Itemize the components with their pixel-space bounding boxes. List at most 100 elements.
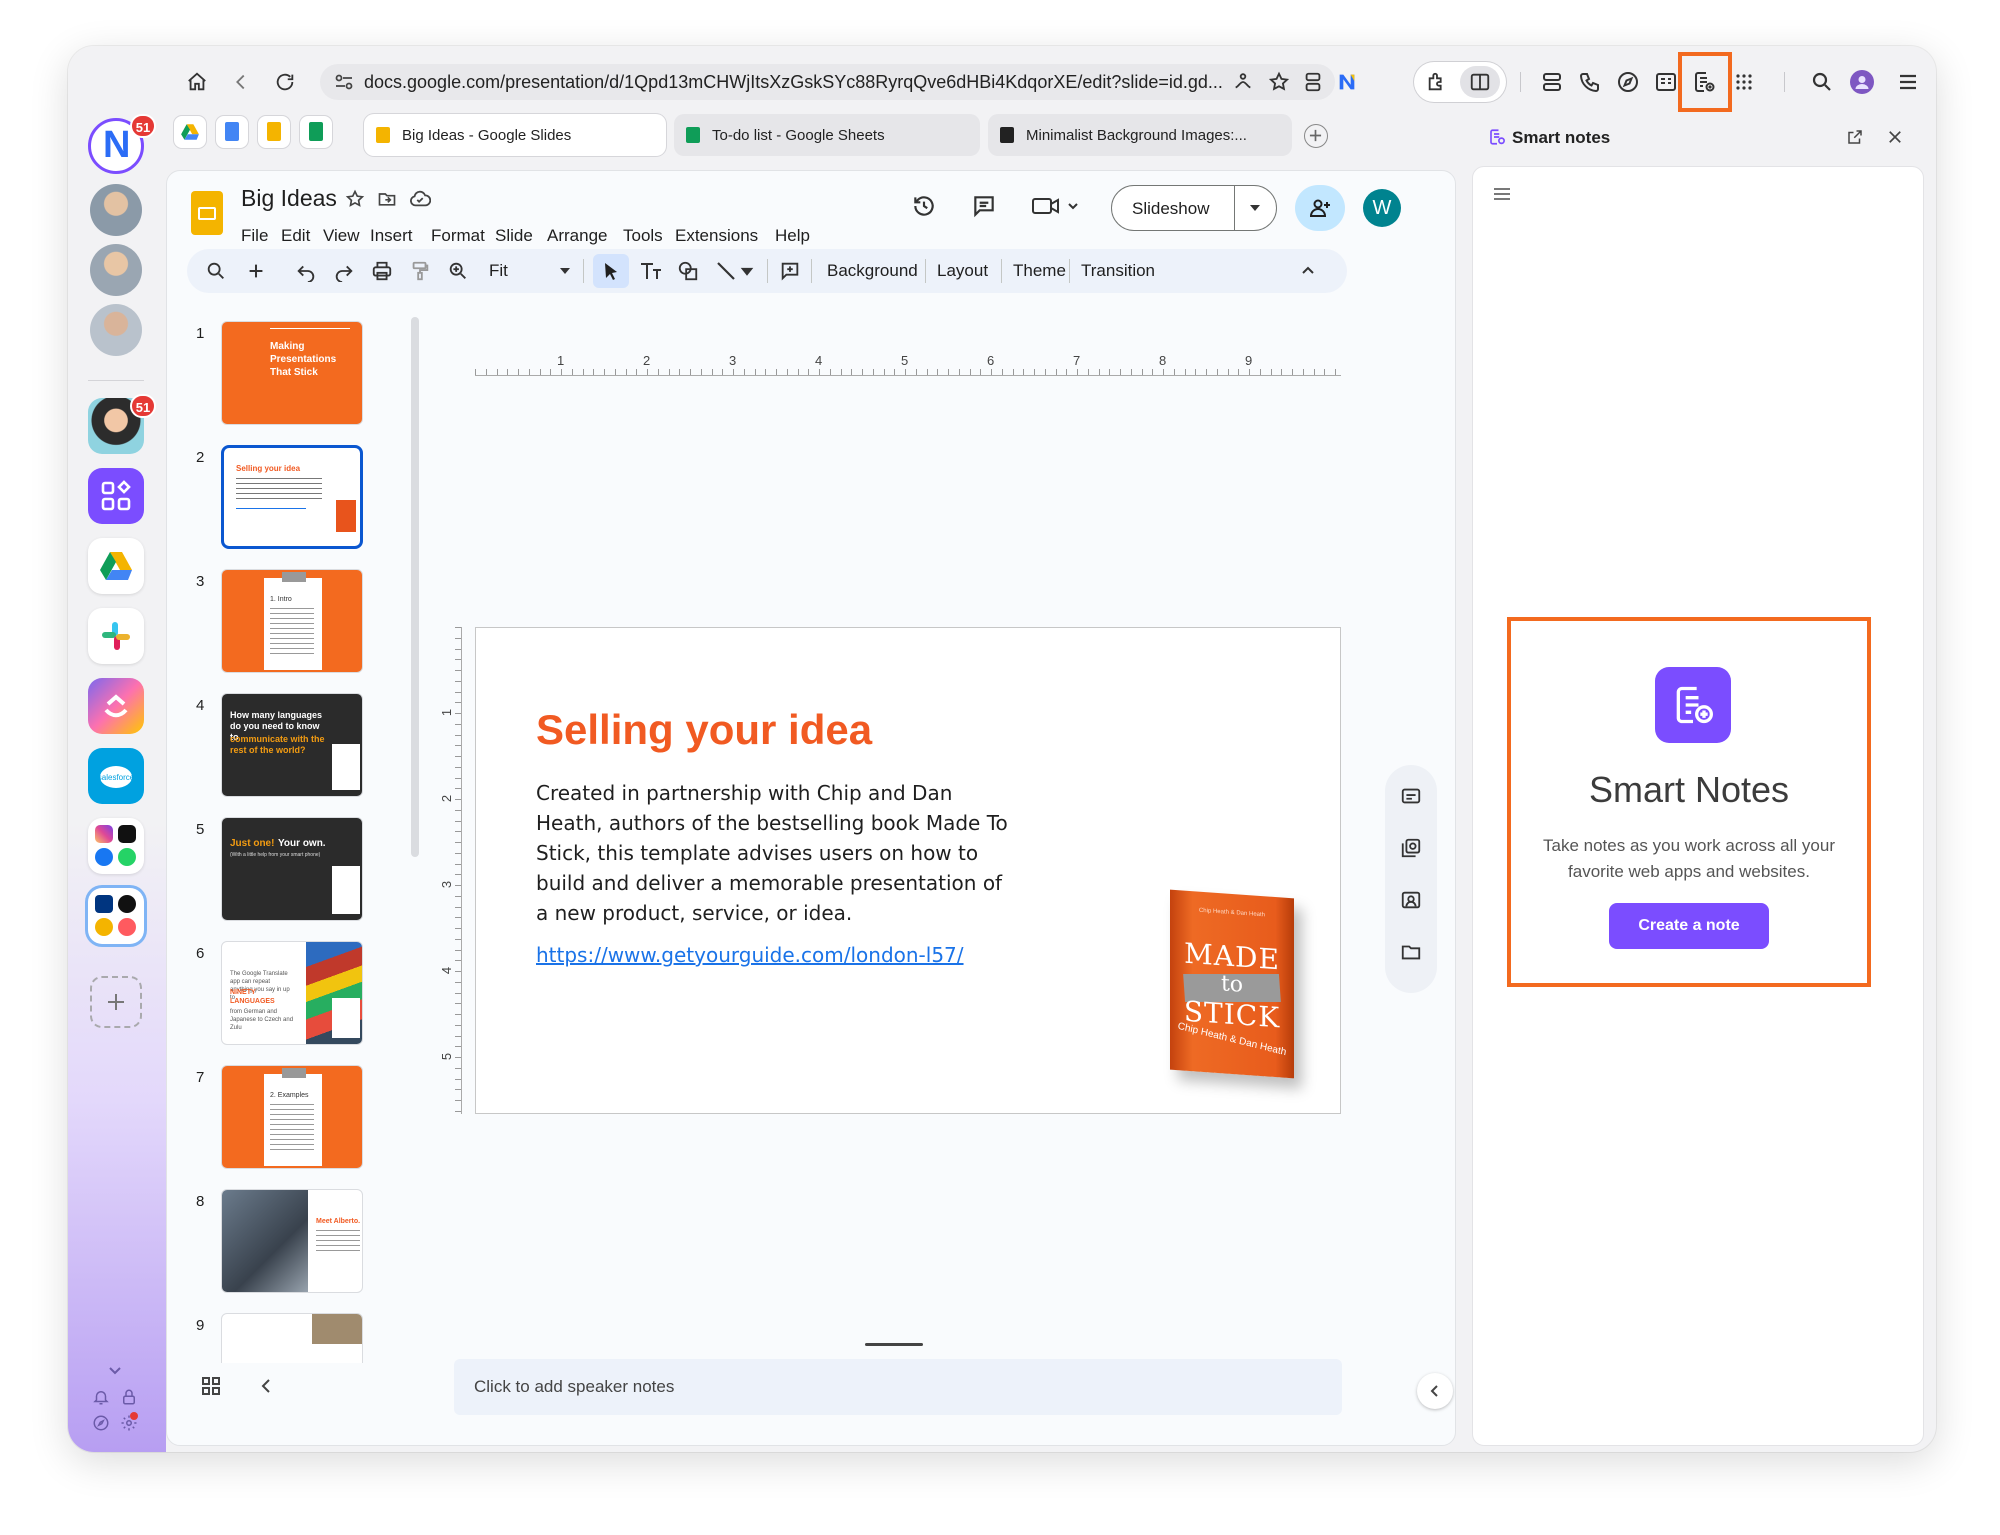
back-icon[interactable] [230, 71, 252, 93]
clickup-icon[interactable] [88, 678, 144, 734]
insert-comment-icon[interactable] [779, 260, 801, 282]
tab-stack-icon[interactable] [1302, 71, 1324, 93]
reader-icon[interactable] [1654, 70, 1678, 94]
tab-big-ideas[interactable]: Big Ideas - Google Slides [364, 114, 666, 156]
grid-view-icon[interactable] [201, 1376, 221, 1396]
pinned-tab-google-slides[interactable] [258, 116, 290, 148]
search-icon[interactable] [1810, 70, 1834, 94]
compass-small-icon[interactable] [92, 1414, 110, 1432]
tab-to-do-list[interactable]: To-do list - Google Sheets [674, 114, 980, 156]
slide-thumbnail-3[interactable]: 1. Intro [221, 569, 363, 673]
theme-button[interactable]: Theme [1013, 261, 1066, 281]
slide-thumbnail-7[interactable]: 2. Examples [221, 1065, 363, 1169]
tab-minimalist-backgrounds[interactable]: Minimalist Background Images:... [988, 114, 1292, 156]
phone-icon[interactable] [1578, 70, 1602, 94]
add-app-button[interactable] [90, 976, 142, 1028]
text-box-icon[interactable] [639, 260, 663, 282]
apps-launcher-icon[interactable] [88, 468, 144, 524]
main-menu-icon[interactable] [1896, 70, 1920, 94]
contact-avatar[interactable] [90, 304, 142, 356]
menu-insert[interactable]: Insert [370, 226, 413, 246]
book-image[interactable]: Chip Heath & Dan Heath MADE to STICK Chi… [1170, 889, 1302, 1084]
social-apps-folder-icon[interactable] [88, 818, 144, 874]
menu-extensions[interactable]: Extensions [675, 226, 758, 246]
move-folder-icon[interactable] [377, 189, 397, 209]
pinned-tab-google-docs[interactable] [216, 116, 248, 148]
new-tab-button[interactable] [1304, 124, 1328, 148]
comments-icon[interactable] [971, 193, 997, 219]
folder-icon[interactable] [1400, 941, 1422, 963]
bell-icon[interactable] [92, 1388, 110, 1406]
slideshow-dropdown-icon[interactable] [1248, 203, 1262, 213]
create-note-button[interactable]: Create a note [1609, 903, 1769, 949]
image-library-icon[interactable] [1400, 837, 1422, 859]
slide-thumbnail-8[interactable]: Meet Alberto. [221, 1189, 363, 1293]
slide-thumbnail-4[interactable]: How many languages do you need to know t… [221, 693, 363, 797]
bookmark-star-icon[interactable] [1268, 71, 1290, 93]
zoom-select[interactable]: Fit [489, 261, 508, 281]
slide-thumbnail-9[interactable] [221, 1313, 363, 1363]
slack-icon[interactable] [88, 608, 144, 664]
slide-canvas[interactable]: Selling your idea Created in partnership… [475, 627, 1341, 1114]
slide-thumbnail-5[interactable]: Just one! Your own. (With a little help … [221, 817, 363, 921]
lock-icon[interactable] [120, 1388, 138, 1406]
menu-slide[interactable]: Slide [495, 226, 533, 246]
slides-logo-icon[interactable] [191, 191, 223, 235]
menu-format[interactable]: Format [431, 226, 485, 246]
split-view-icon[interactable] [1460, 66, 1500, 98]
salesforce-icon[interactable]: salesforce [88, 748, 144, 804]
redo-icon[interactable] [333, 260, 355, 282]
close-panel-icon[interactable] [1886, 128, 1904, 146]
panel-menu-icon[interactable] [1493, 187, 1511, 201]
extension-n-logo-icon[interactable] [1336, 71, 1358, 93]
travel-apps-folder-icon[interactable] [88, 888, 144, 944]
pinned-tab-google-sheets[interactable] [300, 116, 332, 148]
zoom-dropdown-icon[interactable] [559, 267, 571, 275]
version-history-icon[interactable] [911, 193, 937, 219]
stack-icon[interactable] [1540, 70, 1564, 94]
collapse-filmstrip-icon[interactable] [259, 1376, 273, 1396]
slide-body[interactable]: Created in partnership with Chip and Dan… [536, 778, 1016, 928]
account-avatar[interactable]: W [1363, 189, 1401, 227]
site-settings-icon[interactable] [334, 73, 354, 91]
line-tool-icon[interactable] [715, 260, 755, 282]
layout-button[interactable]: Layout [937, 261, 988, 281]
zoom-icon[interactable] [447, 260, 469, 282]
pop-out-icon[interactable] [1846, 128, 1864, 146]
google-drive-icon[interactable] [88, 538, 144, 594]
address-bar[interactable]: docs.google.com/presentation/d/1Qpd13mCH… [320, 64, 1355, 100]
paint-format-icon[interactable] [409, 260, 431, 282]
notes-resize-handle[interactable] [865, 1343, 923, 1346]
menu-view[interactable]: View [323, 226, 360, 246]
contact-avatar[interactable] [90, 244, 142, 296]
contact-card-icon[interactable] [1400, 889, 1422, 911]
apps-grid-icon[interactable] [1732, 70, 1756, 94]
menu-help[interactable]: Help [775, 226, 810, 246]
new-slide-plus-icon[interactable] [245, 260, 267, 282]
search-menus-icon[interactable] [205, 260, 227, 282]
document-title[interactable]: Big Ideas [241, 185, 337, 212]
background-button[interactable]: Background [827, 261, 918, 281]
slide-title[interactable]: Selling your idea [536, 706, 872, 754]
shape-icon[interactable] [677, 260, 699, 282]
reload-icon[interactable] [274, 71, 296, 93]
horizontal-ruler[interactable]: 1 2 3 4 5 6 7 8 9 [475, 353, 1341, 377]
accessibility-icon[interactable] [1232, 71, 1254, 93]
contact-avatar[interactable] [90, 184, 142, 236]
undo-icon[interactable] [295, 260, 317, 282]
share-add-person-icon[interactable] [1295, 185, 1345, 231]
slide-link[interactable]: https://www.getyourguide.com/london-l57/ [536, 943, 964, 967]
menu-file[interactable]: File [241, 226, 268, 246]
slideshow-button[interactable]: Slideshow [1111, 185, 1277, 231]
print-icon[interactable] [371, 260, 393, 282]
slide-thumbnail-2[interactable]: Selling your idea [221, 445, 363, 549]
chevron-down-icon[interactable] [106, 1364, 124, 1378]
speaker-notes[interactable]: Click to add speaker notes [454, 1359, 1342, 1415]
meet-camera-icon[interactable] [1031, 193, 1079, 219]
star-icon[interactable] [345, 189, 365, 209]
home-icon[interactable] [186, 71, 208, 93]
puzzle-extensions-icon[interactable] [1426, 71, 1448, 93]
pinned-tab-google-drive[interactable] [174, 116, 206, 148]
menu-arrange[interactable]: Arrange [547, 226, 607, 246]
collapse-toolbar-icon[interactable] [1301, 265, 1315, 275]
